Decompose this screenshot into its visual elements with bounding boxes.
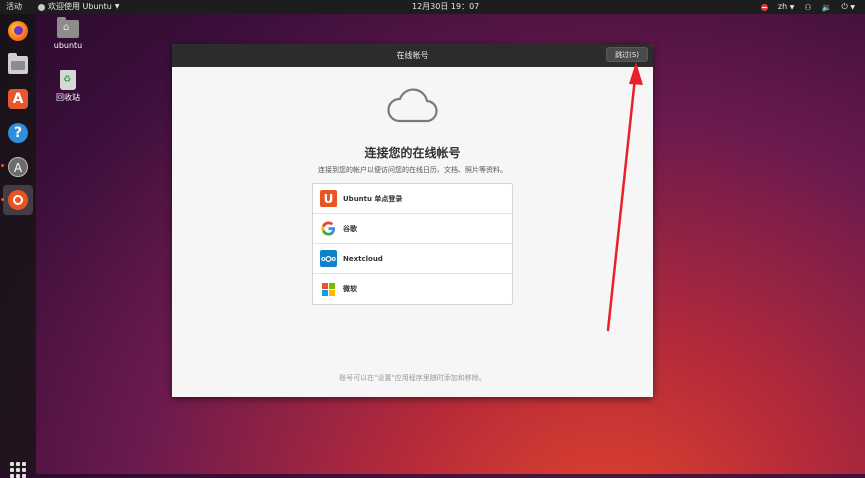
clock[interactable]: 12月30日 19：07	[412, 0, 479, 14]
dock: A ? A	[0, 14, 36, 478]
provider-google[interactable]: 谷歌	[313, 214, 512, 244]
online-accounts-dialog: 在线帐号 跳过(S) 连接您的在线帐号 连接到您的帐户以便访问您的在线日历、文档…	[172, 44, 653, 397]
files-icon	[8, 53, 28, 74]
provider-label: 微软	[343, 285, 357, 293]
language-menu[interactable]: zh ▼	[778, 0, 794, 15]
system-tray: zh ▼ ⚇ 🔉 ⏻ ▼	[760, 0, 856, 15]
chevron-down-icon: ▼	[789, 4, 795, 11]
provider-microsoft[interactable]: 微软	[313, 274, 512, 304]
cloud-icon	[387, 88, 438, 123]
dock-firefox[interactable]	[6, 19, 30, 43]
google-icon	[320, 220, 337, 237]
volume-icon[interactable]: 🔉	[822, 1, 832, 15]
provider-nextcloud[interactable]: Nextcloud	[313, 244, 512, 274]
power-icon: ⏻	[841, 2, 848, 11]
help-icon: ?	[8, 123, 28, 143]
top-bar: 活动 欢迎使用 Ubuntu ▼ 12月30日 19：07 zh ▼ ⚇ 🔉 ⏻…	[0, 0, 865, 14]
power-menu[interactable]: ⏻ ▼	[842, 0, 856, 15]
provider-label: 谷歌	[343, 224, 357, 233]
dock-software-updater[interactable]: A	[6, 155, 30, 179]
provider-list: U Ubuntu 单点登录 谷歌 Nextcloud 微软	[312, 183, 513, 305]
desktop-home-folder[interactable]: ubuntu	[48, 17, 88, 50]
activities-button[interactable]: 活动	[6, 0, 22, 14]
dock-software[interactable]: A	[6, 87, 30, 111]
app-menu[interactable]: 欢迎使用 Ubuntu ▼	[38, 0, 119, 14]
app-menu-label: 欢迎使用 Ubuntu	[48, 2, 112, 11]
desktop-trash[interactable]: 回收站	[48, 70, 88, 103]
annotation-arrow-icon	[606, 62, 643, 332]
ubuntu-icon	[8, 190, 28, 210]
firefox-icon	[8, 21, 28, 41]
page-heading: 连接您的在线帐号	[364, 146, 461, 160]
do-not-disturb-icon[interactable]	[760, 4, 768, 11]
dock-help[interactable]: ?	[6, 121, 30, 145]
home-folder-icon	[57, 17, 79, 38]
desktop-icon-label: ubuntu	[53, 41, 83, 50]
desktop-icon-label: 回收站	[56, 93, 80, 102]
microsoft-icon	[322, 282, 335, 296]
show-applications-icon[interactable]	[10, 462, 26, 478]
provider-ubuntu-sso[interactable]: U Ubuntu 单点登录	[313, 184, 512, 214]
trash-icon	[60, 70, 76, 90]
dialog-titlebar: 在线帐号 跳过(S)	[172, 44, 653, 67]
provider-label: Nextcloud	[343, 254, 383, 263]
footer-hint: 账号可以在"设置"应用程序里随时添加和移除。	[339, 374, 486, 382]
language-label: zh	[777, 2, 788, 11]
app-menu-icon	[38, 3, 45, 11]
chevron-down-icon: ▼	[114, 3, 120, 10]
dock-ubuntu-welcome[interactable]	[3, 185, 33, 215]
dock-files[interactable]	[6, 53, 30, 77]
software-updater-icon: A	[8, 157, 28, 177]
running-indicator	[1, 164, 4, 167]
page-subtitle: 连接到您的帐户以便访问您的在线日历、文档、照片等资料。	[318, 166, 507, 174]
ubuntu-sso-icon: U	[320, 190, 337, 207]
network-icon[interactable]: ⚇	[804, 1, 811, 15]
software-center-icon: A	[8, 89, 28, 109]
chevron-down-icon: ▼	[850, 4, 855, 11]
provider-label: Ubuntu 单点登录	[343, 194, 403, 203]
nextcloud-icon	[320, 250, 337, 267]
dialog-title: 在线帐号	[396, 51, 429, 60]
